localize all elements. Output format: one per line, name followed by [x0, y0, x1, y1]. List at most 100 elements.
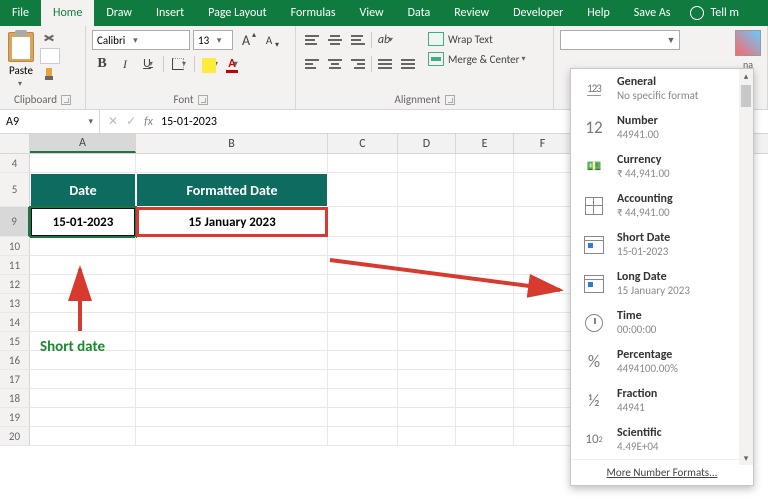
tab-view[interactable]: View — [348, 0, 396, 26]
tab-insert[interactable]: Insert — [144, 0, 196, 26]
col-header-e[interactable]: E — [456, 134, 514, 153]
col-header-d[interactable]: D — [398, 134, 456, 153]
number-format-dropdown: 123GeneralNo specific format 12Number449… — [570, 68, 754, 486]
row-header[interactable]: 9 — [0, 207, 30, 237]
font-dialog-launcher[interactable] — [198, 95, 208, 105]
tab-formulas[interactable]: Formulas — [279, 0, 348, 26]
conditional-formatting-button[interactable] — [735, 30, 761, 56]
increase-font-button[interactable]: A▴ — [236, 30, 256, 50]
dropdown-scrollbar[interactable]: ▴▾ — [739, 69, 753, 465]
cancel-icon[interactable]: ✕ — [108, 114, 118, 129]
merge-center-button[interactable]: Merge & Center▾ — [428, 52, 526, 66]
format-painter-button[interactable] — [40, 66, 60, 82]
align-right-button[interactable] — [348, 54, 368, 74]
italic-button[interactable]: I — [115, 54, 135, 74]
align-middle-button[interactable] — [325, 30, 345, 50]
chevron-down-icon: ▾ — [18, 79, 22, 89]
calendar-icon — [581, 271, 607, 297]
format-accounting[interactable]: Accounting₹ 44,941.00 — [571, 186, 753, 225]
bold-button[interactable]: B — [92, 54, 112, 74]
row-header[interactable]: 5 — [0, 173, 30, 207]
row-header[interactable]: 11 — [0, 256, 30, 275]
decrease-font-button[interactable]: A▾ — [259, 30, 279, 50]
formula-input[interactable]: 15-01-2023 — [161, 115, 217, 129]
format-scientific[interactable]: 102Scientific4.49E+04 — [571, 420, 753, 459]
number-format-combo[interactable]: ▼ — [560, 30, 680, 50]
tab-data[interactable]: Data — [396, 0, 443, 26]
align-center-button[interactable] — [325, 54, 345, 74]
format-percentage[interactable]: %Percentage4494100.00% — [571, 342, 753, 381]
more-number-formats[interactable]: More Number Formats... — [571, 459, 753, 485]
fraction-icon: ½ — [581, 388, 607, 414]
alignment-dialog-launcher[interactable] — [445, 95, 455, 105]
paste-button[interactable]: Paste ▾ — [6, 30, 36, 91]
tab-save-as[interactable]: Save As — [622, 0, 683, 26]
row-header[interactable]: 12 — [0, 275, 30, 294]
copy-button[interactable] — [40, 48, 60, 64]
group-clipboard-label: Clipboard — [14, 93, 57, 106]
tab-home[interactable]: Home — [41, 0, 94, 26]
chevron-down-icon: ▾ — [88, 116, 93, 127]
format-long-date[interactable]: Long Date15 January 2023 — [571, 264, 753, 303]
align-center-icon — [326, 57, 344, 71]
align-left-button[interactable] — [302, 54, 322, 74]
align-top-button[interactable] — [302, 30, 322, 50]
row-header[interactable]: 19 — [0, 408, 30, 427]
tab-review[interactable]: Review — [442, 0, 501, 26]
tell-me[interactable]: Tell m — [690, 0, 739, 26]
format-time[interactable]: Time00:00:00 — [571, 303, 753, 342]
cell-b9[interactable]: 15 January 2023 — [136, 207, 328, 237]
format-fraction[interactable]: ½Fraction44941 — [571, 381, 753, 420]
fx-icon[interactable]: fx — [144, 115, 153, 129]
tab-help[interactable]: Help — [575, 0, 622, 26]
format-general[interactable]: 123GeneralNo specific format — [571, 69, 753, 108]
tab-developer[interactable]: Developer — [501, 0, 575, 26]
clipboard-dialog-launcher[interactable] — [61, 95, 71, 105]
align-bottom-button[interactable] — [348, 30, 368, 50]
row-header[interactable]: 20 — [0, 427, 30, 446]
row-header[interactable]: 13 — [0, 294, 30, 313]
col-header-a[interactable]: A — [30, 134, 136, 153]
orientation-button[interactable]: ab▾ — [375, 30, 395, 50]
tab-page-layout[interactable]: Page Layout — [196, 0, 278, 26]
wrap-icon — [428, 32, 444, 46]
font-name-combo[interactable]: Calibri▾ — [92, 30, 190, 50]
format-short-date[interactable]: Short Date15-01-2023 — [571, 225, 753, 264]
cell-b5[interactable]: Formatted Date — [136, 173, 328, 207]
col-header-f[interactable]: F — [514, 134, 572, 153]
merge-icon — [428, 52, 444, 66]
name-box[interactable]: A9▾ — [0, 110, 100, 133]
underline-button[interactable]: U▾ — [138, 54, 158, 74]
group-font-label: Font — [173, 93, 193, 106]
tab-file[interactable]: File — [0, 0, 41, 26]
clipboard-icon — [8, 32, 34, 62]
row-header[interactable]: 18 — [0, 389, 30, 408]
format-currency[interactable]: 💵Currency₹ 44,941.00 — [571, 147, 753, 186]
font-color-button[interactable]: A▾ — [223, 54, 243, 74]
borders-button[interactable]: ▾ — [169, 54, 189, 74]
paste-label: Paste — [9, 64, 33, 77]
row-header[interactable]: 14 — [0, 313, 30, 332]
enter-icon[interactable]: ✓ — [126, 114, 136, 129]
font-size-combo[interactable]: 13▾ — [193, 30, 233, 50]
col-header-b[interactable]: B — [136, 134, 328, 153]
row-header[interactable]: 16 — [0, 351, 30, 370]
row-header[interactable]: 4 — [0, 154, 30, 173]
wrap-text-button[interactable]: Wrap Text — [428, 32, 526, 46]
align-bottom-icon — [349, 33, 367, 47]
format-number[interactable]: 12Number44941.00 — [571, 108, 753, 147]
percent-icon: % — [581, 349, 607, 375]
tab-draw[interactable]: Draw — [94, 0, 144, 26]
row-header[interactable]: 10 — [0, 237, 30, 256]
cut-button[interactable] — [40, 30, 60, 46]
row-header[interactable]: 17 — [0, 370, 30, 389]
col-header-c[interactable]: C — [328, 134, 398, 153]
select-all-corner[interactable] — [0, 134, 30, 153]
tell-me-label: Tell m — [710, 6, 739, 20]
increase-indent-button[interactable] — [398, 54, 418, 74]
cell-a9[interactable]: 15-01-2023 — [30, 207, 136, 237]
decrease-indent-button[interactable] — [375, 54, 395, 74]
fill-color-button[interactable]: ▾ — [200, 54, 220, 74]
row-header[interactable]: 15 — [0, 332, 30, 351]
cell-a5[interactable]: Date — [30, 173, 136, 207]
